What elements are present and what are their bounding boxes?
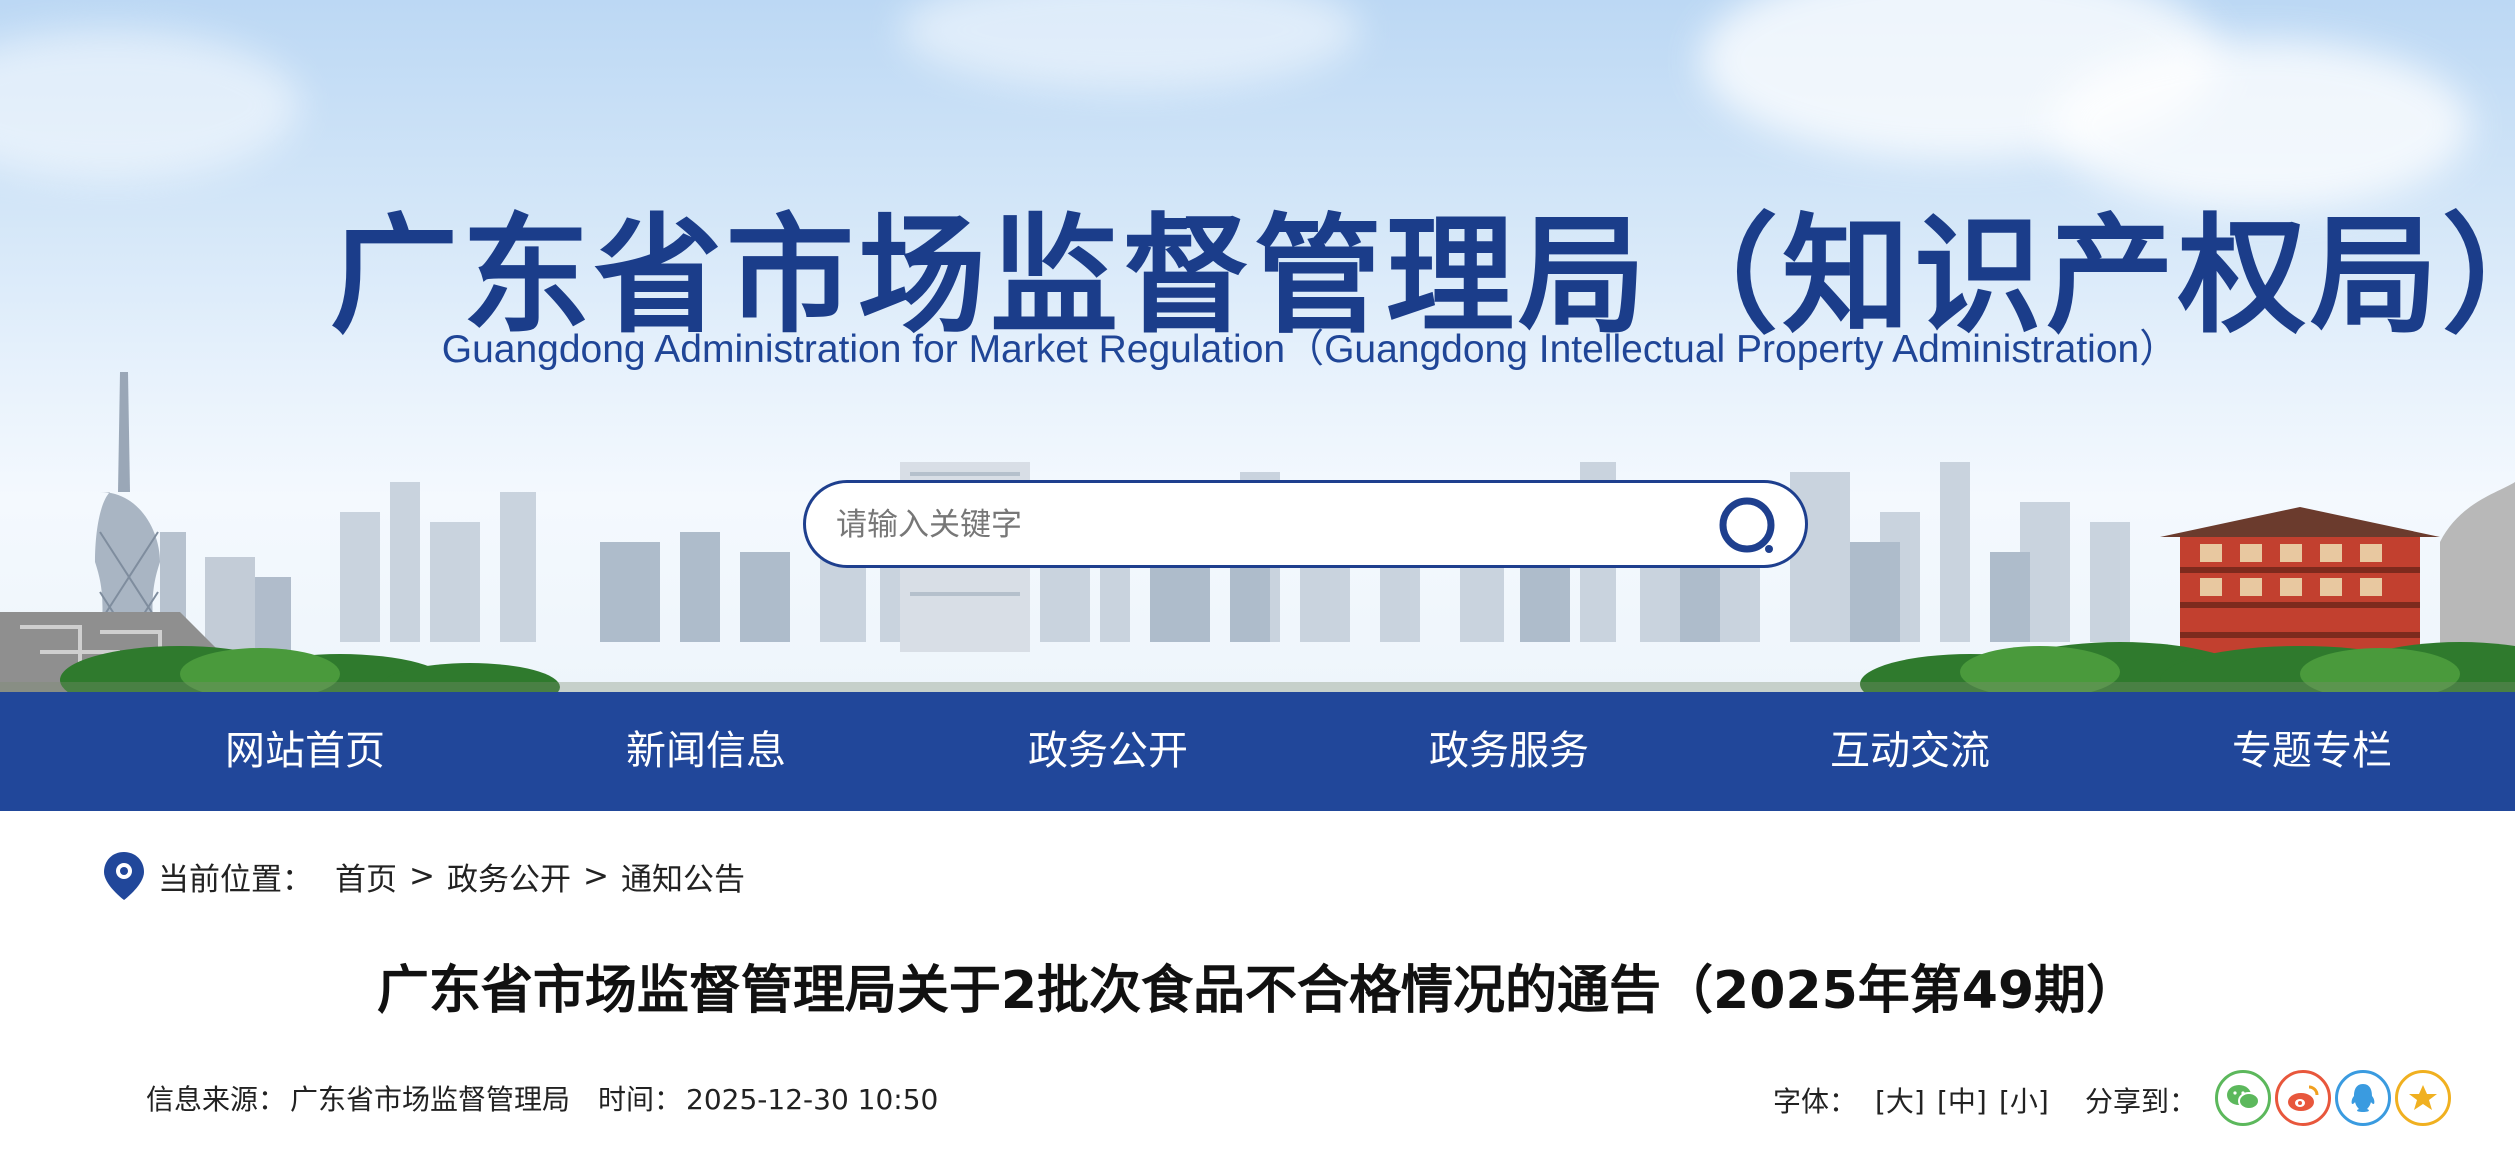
header-banner: 广东省市场监督管理局（知识产权局） Guangdong Administrati… bbox=[0, 0, 2515, 692]
nav-item-gov-affairs[interactable]: 政务公开 bbox=[958, 692, 1258, 811]
time-label: 时间： bbox=[598, 1083, 683, 1116]
breadcrumb-home[interactable]: 首页 bbox=[335, 854, 397, 899]
share-qq-button[interactable] bbox=[2335, 1070, 2391, 1126]
share-label: 分享到： bbox=[2085, 1085, 2198, 1118]
search-input[interactable] bbox=[836, 499, 1676, 551]
source-value: 广东省市场监督管理局 bbox=[290, 1083, 571, 1116]
search-icon bbox=[1719, 497, 1775, 553]
breadcrumb-separator: > bbox=[582, 858, 609, 894]
share-weibo-button[interactable] bbox=[2275, 1070, 2331, 1126]
nav-item-news[interactable]: 新闻信息 bbox=[556, 692, 856, 811]
share-wechat-button[interactable] bbox=[2215, 1070, 2271, 1126]
nav-item-topics[interactable]: 专题专栏 bbox=[2162, 692, 2462, 811]
wechat-icon bbox=[2227, 1085, 2260, 1110]
time-value: 2025-12-30 10:50 bbox=[686, 1083, 939, 1116]
source-label: 信息来源： bbox=[146, 1083, 287, 1116]
article-title: 广东省市场监督管理局关于2批次食品不合格情况的通告（2025年第49期） bbox=[376, 961, 2139, 1021]
nav-item-interaction[interactable]: 互动交流 bbox=[1760, 692, 2060, 811]
share-qzone-button[interactable] bbox=[2395, 1070, 2451, 1126]
weibo-icon bbox=[2288, 1085, 2319, 1111]
font-size-medium[interactable]: [中] bbox=[1937, 1080, 1987, 1120]
cloud-decoration bbox=[0, 30, 300, 180]
breadcrumb-label: 当前位置： bbox=[158, 861, 313, 898]
article-meta: 信息来源： 广东省市场监督管理局 时间： 2025-12-30 10:50 bbox=[146, 1080, 942, 1120]
nav-item-gov-services[interactable]: 政务服务 bbox=[1359, 692, 1659, 811]
qzone-icon bbox=[2409, 1085, 2437, 1110]
breadcrumb-separator: > bbox=[409, 858, 435, 894]
article-tools: 字体： [大] [中] [小] 分享到： bbox=[1715, 1066, 2515, 1130]
search-button[interactable] bbox=[1717, 495, 1781, 559]
cloud-decoration bbox=[900, 0, 1360, 90]
font-size-label: 字体： bbox=[1773, 1085, 1858, 1118]
breadcrumb: 当前位置： 首页 > 政务公开 > 通知公告 bbox=[102, 850, 745, 902]
font-size-small[interactable]: [小] bbox=[1999, 1080, 2049, 1120]
main-navigation: 网站首页 新闻信息 政务公开 政务服务 互动交流 专题专栏 bbox=[0, 692, 2515, 811]
site-title-english: Guangdong Administration for Market Regu… bbox=[441, 328, 2179, 371]
search-box bbox=[803, 480, 1808, 568]
font-size-large[interactable]: [大] bbox=[1875, 1080, 1925, 1120]
breadcrumb-gov-affairs[interactable]: 政务公开 bbox=[447, 854, 571, 899]
breadcrumb-notices[interactable]: 通知公告 bbox=[621, 854, 745, 899]
nav-item-home[interactable]: 网站首页 bbox=[155, 692, 455, 811]
qq-icon bbox=[2351, 1084, 2375, 1112]
location-pin-icon bbox=[104, 852, 144, 900]
